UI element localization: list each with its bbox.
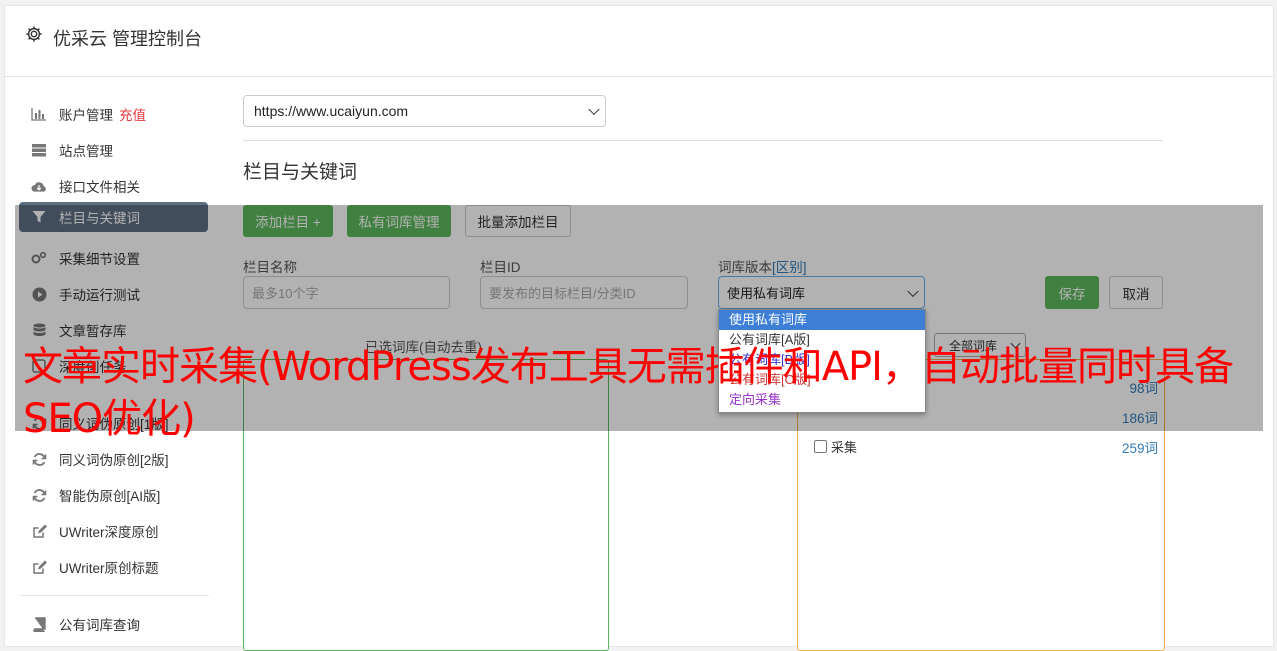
chevron-down-icon xyxy=(588,103,600,116)
sidebar-item-label: UWriter深度原创 xyxy=(59,525,159,540)
sidebar-item-label: 站点管理 xyxy=(59,144,113,159)
refresh-icon xyxy=(31,451,47,467)
sidebar-item-public-lib[interactable]: 公有词库查询 xyxy=(19,609,208,639)
overlay-headline: 文章实时采集(WordPress发布工具无需插件和API，自动批量同时具备SEO… xyxy=(23,344,1234,442)
cloud-download-icon xyxy=(31,178,47,194)
page-title: 优采云 管理控制台 xyxy=(53,29,203,49)
sidebar-item-label: 智能伪原创[AI版] xyxy=(59,489,161,504)
edit-icon xyxy=(31,523,47,539)
sidebar-item-label: UWriter原创标题 xyxy=(59,561,159,576)
sidebar-item-interface[interactable]: 接口文件相关 xyxy=(19,171,208,201)
edit-icon xyxy=(31,559,47,575)
sidebar-item-ai-rewrite[interactable]: 智能伪原创[AI版] xyxy=(19,480,208,510)
gear-icon xyxy=(26,26,42,42)
site-select[interactable]: https://www.ucaiyun.com xyxy=(243,95,606,127)
recharge-link[interactable]: 充值 xyxy=(119,104,146,124)
sidebar-item-label: 接口文件相关 xyxy=(59,180,140,195)
site-select-value: https://www.ucaiyun.com xyxy=(254,103,409,119)
book-icon xyxy=(31,616,47,632)
divider xyxy=(243,140,1163,141)
sidebar-item-label: 账户管理 xyxy=(59,108,113,123)
refresh-icon xyxy=(31,487,47,503)
sidebar-item-sites[interactable]: 站点管理 xyxy=(19,135,208,165)
sidebar-divider xyxy=(19,595,209,596)
dropdown-option[interactable]: 使用私有词库 xyxy=(719,310,925,330)
sidebar-item-label: 公有词库查询 xyxy=(59,618,140,633)
sidebar-item-uwriter-title[interactable]: UWriter原创标题 xyxy=(19,552,208,582)
sidebar-item-label: 同义词伪原创[2版] xyxy=(59,453,169,468)
sidebar-item-account[interactable]: 账户管理 充值 xyxy=(19,99,208,129)
page-header: 优采云 管理控制台 xyxy=(5,6,1273,77)
server-icon xyxy=(31,142,47,158)
sidebar-item-uwriter-original[interactable]: UWriter深度原创 xyxy=(19,516,208,546)
sidebar-item-synonym-v2[interactable]: 同义词伪原创[2版] xyxy=(19,444,208,474)
bar-chart-icon xyxy=(31,106,47,122)
section-title: 栏目与关键词 xyxy=(243,162,358,183)
